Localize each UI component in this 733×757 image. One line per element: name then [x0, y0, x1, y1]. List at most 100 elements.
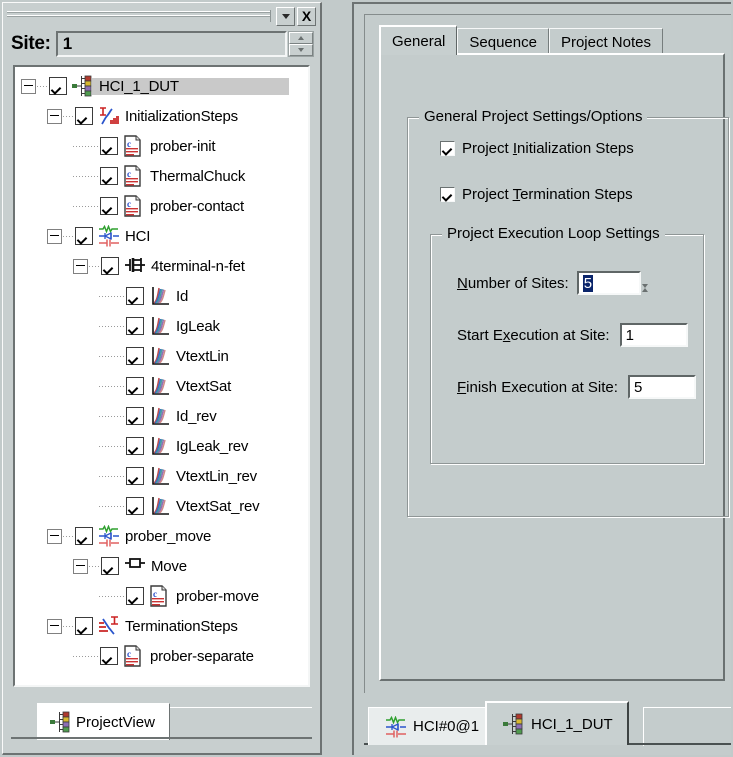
- tree-node-label: IgLeak: [176, 317, 220, 335]
- tree-node-label: 4terminal-n-fet: [151, 257, 245, 275]
- collapse-expander-icon[interactable]: [47, 618, 62, 634]
- node-checkbox[interactable]: [126, 287, 144, 305]
- general-tab-page: General Project Settings/Options Project…: [379, 53, 729, 681]
- move-icon: [124, 555, 145, 577]
- close-button[interactable]: X: [297, 6, 316, 26]
- term-steps-icon: [98, 615, 118, 637]
- tree-connector: [73, 145, 99, 147]
- tree-node[interactable]: c prober-contact: [21, 191, 308, 221]
- tree-node[interactable]: c ThermalChuck: [21, 161, 308, 191]
- start-execution-at-site-input[interactable]: 1: [619, 323, 688, 347]
- tree-node-label: VtextLin: [176, 347, 229, 365]
- tree-connector: [73, 175, 99, 177]
- collapse-expander-icon[interactable]: [47, 528, 62, 544]
- finish-execution-at-site-label: Finish Execution at Site:: [457, 378, 618, 396]
- finish-execution-at-site-input[interactable]: 5: [627, 375, 696, 399]
- node-checkbox[interactable]: [126, 347, 144, 365]
- tab-sequence[interactable]: Sequence: [457, 28, 549, 55]
- node-checkbox[interactable]: [101, 557, 119, 575]
- collapse-expander-icon[interactable]: [73, 258, 88, 274]
- site-spinner[interactable]: [288, 31, 314, 57]
- document-tab-hci-0-1[interactable]: HCI#0@1: [368, 707, 495, 745]
- tree-connector: [99, 595, 125, 597]
- document-tabstrip: HCI#0@1 HCI_1_DUT: [364, 695, 731, 749]
- graph-icon: [149, 465, 169, 487]
- node-checkbox[interactable]: [100, 647, 118, 665]
- project-tree-panel[interactable]: HCI_1_DUT InitializationSteps c prober-i…: [13, 65, 310, 687]
- tree-node[interactable]: VtextLin: [21, 341, 308, 371]
- arrow-up-icon: [298, 36, 304, 40]
- project-tree: HCI_1_DUT InitializationSteps c prober-i…: [15, 67, 308, 671]
- tree-node[interactable]: IgLeak_rev: [21, 431, 308, 461]
- number-of-sites-spinner-down[interactable]: [641, 284, 666, 305]
- tab-general[interactable]: General: [379, 25, 458, 55]
- tree-node[interactable]: Id_rev: [21, 401, 308, 431]
- tree-node[interactable]: TerminationSteps: [21, 611, 308, 641]
- number-of-sites-input[interactable]: 5: [576, 271, 641, 295]
- tree-node[interactable]: 4terminal-n-fet: [21, 251, 308, 281]
- document-tabstrip-filler: [643, 707, 731, 746]
- tree-node[interactable]: Move: [21, 551, 308, 581]
- document-tab-hci-1-dut[interactable]: HCI_1_DUT: [485, 701, 629, 745]
- svg-text:c: c: [153, 589, 157, 599]
- window-drag-grip[interactable]: [7, 10, 271, 22]
- tree-connector: [63, 625, 74, 627]
- node-checkbox[interactable]: [126, 467, 144, 485]
- site-spinner-up[interactable]: [289, 32, 313, 44]
- tree-node[interactable]: HCI_1_DUT: [21, 71, 308, 101]
- node-checkbox[interactable]: [75, 227, 93, 245]
- tree-node[interactable]: c prober-move: [21, 581, 308, 611]
- node-checkbox[interactable]: [126, 587, 144, 605]
- tree-node[interactable]: c prober-init: [21, 131, 308, 161]
- node-checkbox[interactable]: [75, 107, 93, 125]
- node-checkbox[interactable]: [100, 197, 118, 215]
- node-checkbox[interactable]: [126, 437, 144, 455]
- node-checkbox[interactable]: [100, 137, 118, 155]
- collapse-expander-icon[interactable]: [47, 228, 62, 244]
- tree-node-label: TerminationSteps: [125, 617, 238, 635]
- node-checkbox[interactable]: [101, 257, 119, 275]
- number-of-sites-spinner[interactable]: [641, 271, 666, 305]
- node-checkbox[interactable]: [100, 167, 118, 185]
- site-input[interactable]: 1: [55, 31, 287, 57]
- project-termination-steps-checkbox[interactable]: Project Termination Steps: [440, 186, 633, 203]
- tree-node[interactable]: HCI: [21, 221, 308, 251]
- node-checkbox[interactable]: [126, 317, 144, 335]
- project-view-tabstrip: ProjectView: [11, 699, 312, 745]
- tree-node[interactable]: IgLeak: [21, 311, 308, 341]
- tree-node[interactable]: InitializationSteps: [21, 101, 308, 131]
- collapse-expander-icon[interactable]: [73, 558, 88, 574]
- tree-node[interactable]: prober_move: [21, 521, 308, 551]
- node-checkbox[interactable]: [49, 77, 67, 95]
- graph-icon: [149, 345, 169, 367]
- site-spinner-down[interactable]: [289, 44, 313, 56]
- node-checkbox[interactable]: [126, 407, 144, 425]
- tree-node-label: VtextSat: [176, 377, 232, 395]
- node-checkbox[interactable]: [126, 377, 144, 395]
- tree-node[interactable]: c prober-separate: [21, 641, 308, 671]
- dropdown-arrow-icon[interactable]: [276, 6, 295, 26]
- tree-node[interactable]: VtextSat_rev: [21, 491, 308, 521]
- tree-connector: [99, 295, 125, 297]
- tab-project-notes[interactable]: Project Notes: [548, 28, 663, 55]
- tool-window-titlebar[interactable]: X: [7, 6, 316, 26]
- svg-text:c: c: [127, 649, 131, 659]
- checkbox-icon[interactable]: [440, 187, 455, 202]
- node-checkbox[interactable]: [126, 497, 144, 515]
- project-initialization-steps-checkbox[interactable]: Project Initialization Steps: [440, 140, 634, 157]
- collapse-expander-icon[interactable]: [21, 78, 36, 94]
- tree-connector: [99, 475, 125, 477]
- tab-projectview[interactable]: ProjectView: [37, 703, 170, 740]
- collapse-expander-icon[interactable]: [47, 108, 62, 124]
- tree-node-label: Move: [151, 557, 187, 575]
- node-checkbox[interactable]: [75, 527, 93, 545]
- tree-node-label: IgLeak_rev: [176, 437, 249, 455]
- tree-node[interactable]: Id: [21, 281, 308, 311]
- tree-node[interactable]: VtextSat: [21, 371, 308, 401]
- node-checkbox[interactable]: [75, 617, 93, 635]
- tree-node-label: VtextLin_rev: [176, 467, 257, 485]
- checkbox-icon[interactable]: [440, 141, 455, 156]
- tree-connector: [89, 565, 100, 567]
- tree-node[interactable]: VtextLin_rev: [21, 461, 308, 491]
- start-execution-at-site-label: Start Execution at Site:: [457, 326, 610, 344]
